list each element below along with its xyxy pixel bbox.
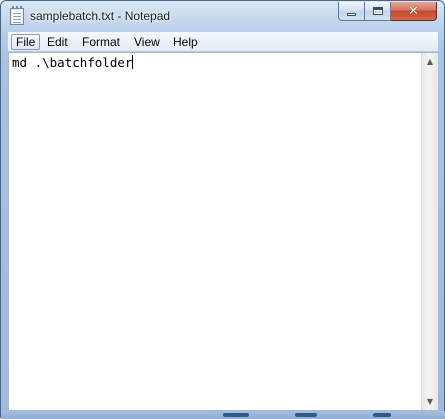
minimize-button[interactable] (338, 2, 365, 21)
background-taskbar-fragment (223, 413, 249, 417)
vertical-scrollbar[interactable]: ▲ ▼ (421, 53, 438, 410)
close-icon: ✕ (408, 3, 419, 19)
editor-text-line[interactable]: md .\batchfolder (12, 55, 134, 70)
background-taskbar-fragment (295, 413, 317, 417)
menu-view[interactable]: View (130, 34, 164, 50)
menu-bar: File Edit Format View Help (8, 32, 438, 52)
scroll-up-button[interactable]: ▲ (422, 53, 438, 70)
minimize-icon (347, 12, 356, 16)
menu-format[interactable]: Format (78, 34, 124, 50)
menu-file[interactable]: File (11, 34, 41, 50)
editor-content: md .\batchfolder (12, 55, 133, 70)
scroll-up-arrow-icon: ▲ (426, 57, 434, 66)
window-title: samplebatch.txt - Notepad (30, 9, 171, 23)
menu-help[interactable]: Help (169, 34, 202, 50)
notepad-icon[interactable] (10, 6, 24, 25)
scroll-down-button[interactable]: ▼ (422, 393, 438, 410)
scroll-down-arrow-icon: ▼ (426, 397, 434, 406)
background-taskbar-fragment (373, 413, 391, 417)
menu-edit[interactable]: Edit (43, 34, 72, 50)
close-button[interactable]: ✕ (391, 2, 437, 21)
text-caret (132, 55, 134, 69)
maximize-button[interactable] (365, 2, 391, 21)
notepad-window: samplebatch.txt - Notepad ✕ File Edit Fo… (0, 0, 445, 419)
title-bar[interactable]: samplebatch.txt - Notepad ✕ (1, 1, 444, 32)
maximize-icon (372, 7, 383, 15)
text-editor[interactable]: md .\batchfolder ▲ ▼ (8, 52, 438, 411)
